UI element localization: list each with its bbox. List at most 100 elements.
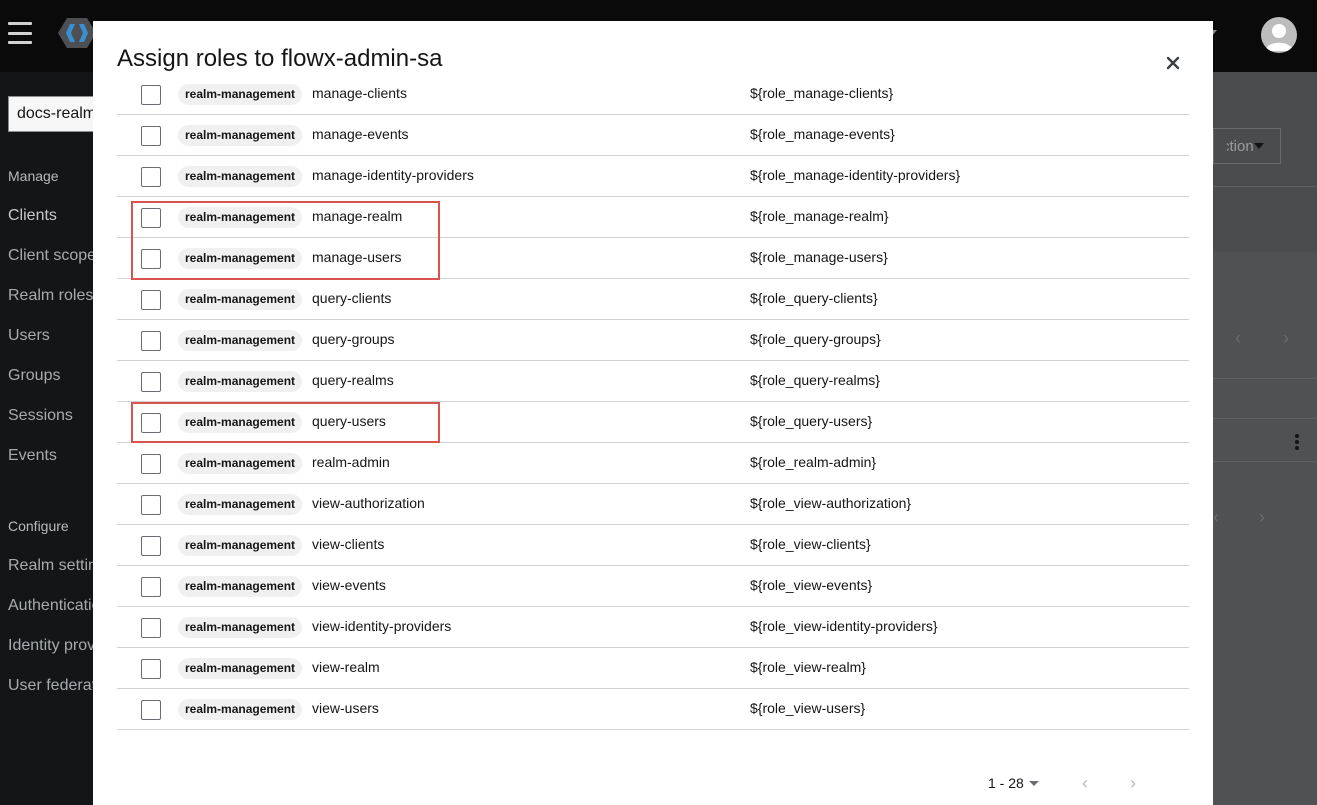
role-name: view-realm [312,659,380,675]
role-description: ${role_realm-admin} [750,454,877,470]
table-row: realm-management manage-clients ${role_m… [117,74,1189,115]
role-description: ${role_view-identity-providers} [750,618,938,634]
chevron-right-icon: › [1259,507,1265,527]
row-select-checkbox[interactable] [141,700,161,720]
client-badge: realm-management [178,330,303,351]
highlight-box-query-users [131,402,440,443]
client-badge: realm-management [178,289,303,310]
sidebar-item-client-scopes[interactable]: Client scopes [8,247,93,265]
client-badge: realm-management [178,371,303,392]
close-button[interactable] [1161,51,1185,75]
table-row: realm-management view-clients ${role_vie… [117,525,1189,566]
role-description: ${role_query-realms} [750,372,880,388]
chevron-right-icon: › [1283,328,1289,348]
sidebar-item-realm-roles[interactable]: Realm roles [8,287,93,305]
nav-section-configure: Configure [8,518,69,534]
row-select-checkbox[interactable] [141,577,161,597]
table-row: realm-management manage-events ${role_ma… [117,115,1189,156]
row-select-checkbox[interactable] [141,290,161,310]
next-page-button[interactable]: › [1123,773,1143,795]
role-description: ${role_manage-events} [750,126,895,142]
assign-roles-modal: Assign roles to flowx-admin-sa realm-man… [93,21,1213,805]
role-name: view-identity-providers [312,618,452,634]
row-select-checkbox[interactable] [141,331,161,351]
role-description: ${role_view-events} [750,577,873,593]
background-divider [1213,461,1317,462]
role-name: query-groups [312,331,395,347]
user-avatar-icon [1265,24,1293,51]
sidebar-item-authentication[interactable]: Authentication [8,597,93,615]
user-avatar[interactable] [1261,17,1297,53]
role-name: manage-clients [312,85,407,101]
role-name: view-users [312,700,379,716]
role-name: realm-admin [312,454,390,470]
role-name: query-clients [312,290,392,306]
background-divider [1213,418,1317,419]
client-badge: realm-management [178,494,303,515]
row-select-checkbox[interactable] [141,372,161,392]
background-card [1213,252,1317,805]
nav-section-manage: Manage [8,168,59,184]
role-description: ${role_view-users} [750,700,866,716]
table-row: realm-management manage-identity-provide… [117,156,1189,197]
table-row: realm-management query-realms ${role_que… [117,361,1189,402]
pagination-range: 1 - 28 [988,775,1024,791]
client-badge: realm-management [178,125,303,146]
client-badge: realm-management [178,699,303,720]
table-row: realm-management realm-admin ${role_real… [117,443,1189,484]
pagination-per-page-toggle[interactable]: 1 - 28 [988,773,1050,795]
client-badge: realm-management [178,617,303,638]
chevron-right-icon: › [1130,773,1136,793]
row-select-checkbox[interactable] [141,126,161,146]
kebab-menu-icon[interactable] [1295,434,1299,450]
client-badge: realm-management [178,166,303,187]
close-icon [1166,56,1180,70]
client-badge: realm-management [178,453,303,474]
row-select-checkbox[interactable] [141,536,161,556]
role-description: ${role_manage-identity-providers} [750,167,961,183]
table-row: realm-management view-events ${role_view… [117,566,1189,607]
sidebar-item-events[interactable]: Events [8,447,57,465]
caret-down-icon [1029,781,1039,786]
chevron-left-icon: ‹ [1235,328,1241,348]
modal-title: Assign roles to flowx-admin-sa [117,45,443,72]
row-select-checkbox[interactable] [141,495,161,515]
row-select-checkbox[interactable] [141,85,161,105]
hamburger-menu-icon[interactable] [8,22,32,44]
row-select-checkbox[interactable] [141,167,161,187]
role-description: ${role_manage-realm} [750,208,889,224]
background-action-label: Action [1212,138,1254,155]
table-row: realm-management view-realm ${role_view-… [117,648,1189,689]
client-badge: realm-management [178,535,303,556]
realm-selector[interactable]: docs-realm [8,96,93,132]
table-row: realm-management query-clients ${role_qu… [117,279,1189,320]
sidebar-item-realm-settings[interactable]: Realm settings [8,557,93,575]
sidebar-item-identity-providers[interactable]: Identity providers [8,637,93,655]
role-description: ${role_query-clients} [750,290,878,306]
highlight-box-manage-roles [131,201,440,280]
background-action-dropdown[interactable]: Action [1213,128,1281,164]
client-badge: realm-management [178,576,303,597]
role-name: view-authorization [312,495,425,511]
sidebar-item-clients[interactable]: Clients [8,207,57,225]
sidebar-item-groups[interactable]: Groups [8,367,60,385]
previous-page-button[interactable]: ‹ [1075,773,1095,795]
row-select-checkbox[interactable] [141,659,161,679]
role-description: ${role_query-groups} [750,331,881,347]
role-name: view-clients [312,536,385,552]
sidebar-item-users[interactable]: Users [8,327,50,345]
role-description: ${role_view-authorization} [750,495,912,511]
role-description: ${role_query-users} [750,413,873,429]
row-select-checkbox[interactable] [141,454,161,474]
sidebar-item-user-federation[interactable]: User federation [8,677,93,695]
role-description: ${role_manage-clients} [750,85,894,101]
sidebar-item-sessions[interactable]: Sessions [8,407,73,425]
role-description: ${role_view-clients} [750,536,871,552]
client-badge: realm-management [178,658,303,679]
sidebar: docs-realm Manage Clients Client scopes … [0,72,93,805]
table-row: realm-management query-groups ${role_que… [117,320,1189,361]
background-divider [1213,378,1317,379]
table-row: realm-management view-authorization ${ro… [117,484,1189,525]
role-name: manage-identity-providers [312,167,474,183]
row-select-checkbox[interactable] [141,618,161,638]
